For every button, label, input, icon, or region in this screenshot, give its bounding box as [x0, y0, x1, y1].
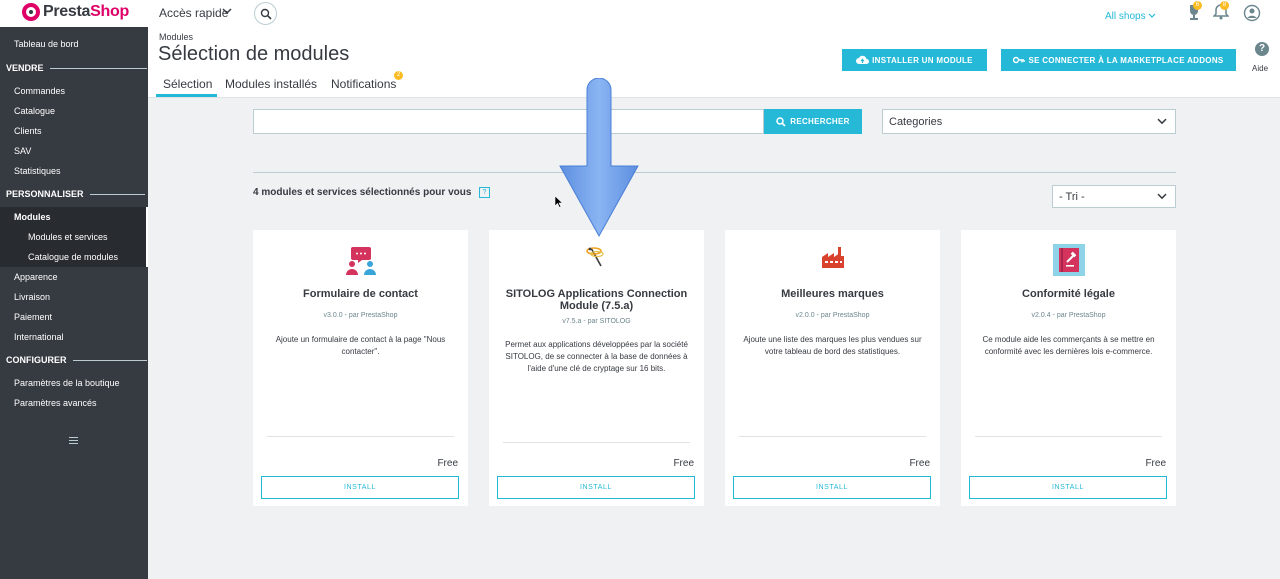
module-name[interactable]: Formulaire de contact	[263, 288, 458, 300]
chevron-down-icon	[1157, 118, 1167, 124]
cloud-upload-icon	[856, 55, 870, 64]
module-price: Free	[673, 458, 694, 469]
section-configure: CONFIGURER	[6, 355, 147, 365]
sidebar-item-shipping[interactable]: Livraison	[14, 292, 50, 302]
tab-installed-modules[interactable]: Modules installés	[225, 77, 317, 91]
modules-count-text: 4 modules et services sélectionnés pour …	[253, 187, 472, 198]
page-header: Modules Sélection de modules Sélection M…	[148, 27, 1280, 98]
sidebar-item-modules[interactable]: Modules	[14, 212, 51, 222]
top-bar: PrestaShop Accès rapide All shops 6 8	[0, 0, 1280, 27]
chevron-down-icon	[1157, 193, 1167, 199]
shop-selector[interactable]: All shops	[1105, 11, 1156, 22]
module-card: SITOLOG Applications Connection Module (…	[489, 230, 704, 506]
search-submit-button[interactable]: RECHERCHER	[764, 109, 862, 134]
sidebar-item-stats[interactable]: Statistiques	[14, 166, 61, 176]
card-divider	[975, 436, 1162, 437]
annotation-arrow-icon	[559, 78, 639, 238]
tab-notifications[interactable]: Notifications	[331, 77, 396, 91]
legal-compliance-icon	[961, 244, 1176, 276]
module-name[interactable]: SITOLOG Applications Connection Module (…	[499, 288, 694, 312]
module-description: Permet aux applications développées par …	[505, 340, 688, 373]
module-description: Ajoute un formulaire de contact à la pag…	[275, 335, 446, 356]
quick-access-menu[interactable]: Accès rapide	[159, 6, 228, 20]
search-icon	[260, 8, 272, 20]
module-description: Ajoute une liste des marques les plus ve…	[743, 335, 922, 356]
notifications-badge: 8	[1220, 1, 1229, 10]
logo-text: PrestaShop	[43, 3, 129, 20]
sidebar-item-orders[interactable]: Commandes	[14, 86, 65, 96]
search-icon	[776, 116, 786, 127]
orders-badge: 6	[1193, 1, 1202, 10]
module-version: v7.5.a - par SITOLOG	[562, 318, 631, 325]
card-divider	[503, 442, 690, 443]
module-description: Ce module aide les commerçants à se mett…	[982, 335, 1155, 356]
module-search-input[interactable]	[253, 109, 764, 134]
module-card: Meilleures marques v2.0.0 - par PrestaSh…	[725, 230, 940, 506]
search-button[interactable]	[254, 2, 277, 25]
notifications-tab-badge: 2	[394, 71, 403, 80]
sidebar-item-customers[interactable]: Clients	[14, 126, 42, 136]
mouse-cursor-icon	[555, 196, 563, 208]
install-button[interactable]: INSTALL	[497, 476, 695, 499]
sidebar-item-modules-services[interactable]: Modules et services	[28, 232, 108, 242]
prestashop-logo-icon	[22, 3, 40, 21]
bell-icon[interactable]: 8	[1212, 1, 1231, 21]
sidebar-item-adv-params[interactable]: Paramètres avancés	[14, 398, 97, 408]
module-price: Free	[909, 458, 930, 469]
sidebar-item-shop-params[interactable]: Paramètres de la boutique	[14, 378, 120, 388]
section-sell: VENDRE	[6, 63, 147, 73]
orders-icon[interactable]: 6	[1186, 1, 1204, 21]
sort-select[interactable]: - Tri -	[1052, 185, 1176, 208]
install-button[interactable]: INSTALL	[733, 476, 931, 499]
module-version: v3.0.0 - par PrestaShop	[323, 312, 398, 319]
sidebar-item-dashboard[interactable]: Tableau de bord	[14, 39, 79, 49]
key-icon	[1013, 56, 1026, 64]
connect-marketplace-button[interactable]: SE CONNECTER À LA MARKETPLACE ADDONS	[1001, 49, 1236, 71]
module-price: Free	[1145, 458, 1166, 469]
page-title: Sélection de modules	[158, 43, 350, 65]
contact-form-icon	[253, 244, 468, 276]
module-version: v2.0.4 - par PrestaShop	[1031, 312, 1106, 319]
module-name[interactable]: Meilleures marques	[735, 288, 930, 300]
module-version: v2.0.0 - par PrestaShop	[795, 312, 870, 319]
sidebar-item-appearance[interactable]: Apparence	[14, 272, 58, 282]
sidebar-item-modules-catalog[interactable]: Catalogue de modules	[28, 252, 118, 262]
sidebar-item-payment[interactable]: Paiement	[14, 312, 52, 322]
sidebar-item-service[interactable]: SAV	[14, 146, 31, 156]
chevron-down-icon[interactable]	[222, 5, 232, 19]
card-divider	[739, 436, 926, 437]
sidebar-item-catalog[interactable]: Catalogue	[14, 106, 55, 116]
info-help-icon[interactable]: ?	[479, 187, 490, 198]
section-customize: PERSONNALISER	[6, 189, 145, 199]
help-label[interactable]: Aide	[1252, 64, 1268, 73]
divider	[253, 172, 1176, 173]
module-price: Free	[437, 458, 458, 469]
menu-collapse-icon[interactable]	[69, 437, 78, 446]
prestashop-logo[interactable]: PrestaShop	[22, 3, 129, 21]
card-divider	[267, 436, 454, 437]
active-tab-indicator	[156, 94, 217, 97]
tab-selection[interactable]: Sélection	[163, 77, 212, 91]
active-section-indicator	[146, 207, 148, 267]
sidebar-item-international[interactable]: International	[14, 332, 64, 342]
module-card: Conformité légale v2.0.4 - par PrestaSho…	[961, 230, 1176, 506]
factory-icon	[725, 244, 940, 276]
sitolog-module-icon	[489, 242, 704, 274]
install-button[interactable]: INSTALL	[261, 476, 459, 499]
help-icon[interactable]: ?	[1255, 42, 1269, 56]
module-card: Formulaire de contact v3.0.0 - par Prest…	[253, 230, 468, 506]
module-name[interactable]: Conformité légale	[971, 288, 1166, 300]
sidebar: Tableau de bord VENDRE Commandes Catalog…	[0, 27, 148, 579]
install-button[interactable]: INSTALL	[969, 476, 1167, 499]
breadcrumb[interactable]: Modules	[159, 32, 193, 42]
user-account-icon[interactable]	[1243, 4, 1261, 22]
categories-select[interactable]: Categories	[882, 109, 1176, 134]
install-module-button[interactable]: INSTALLER UN MODULE	[842, 49, 987, 71]
